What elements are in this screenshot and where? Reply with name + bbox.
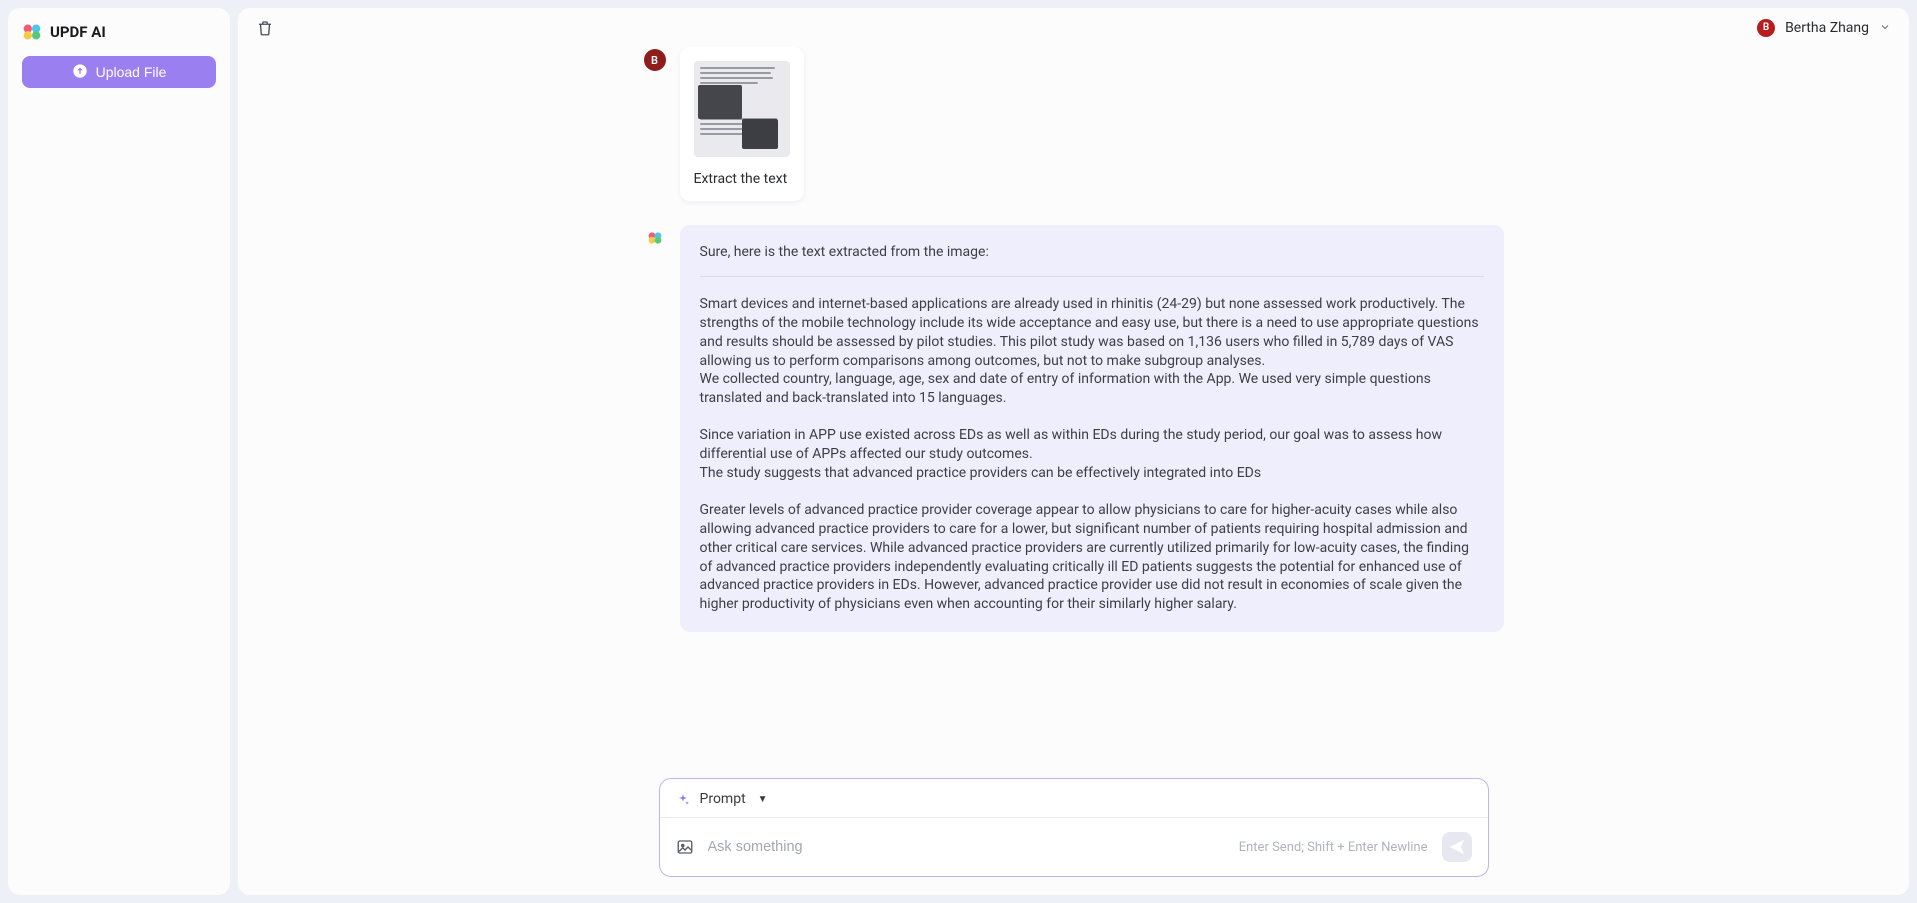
- upload-file-button[interactable]: Upload File: [22, 56, 216, 88]
- send-button[interactable]: [1442, 832, 1472, 862]
- upload-icon: [72, 63, 88, 82]
- main-panel: B Bertha Zhang B Extract the: [238, 8, 1909, 895]
- input-zone: Prompt ▼ Enter Send; Shift + Enter Newli…: [238, 766, 1909, 895]
- ai-message-bubble: Sure, here is the text extracted from th…: [680, 225, 1504, 632]
- app-logo-icon: [22, 22, 42, 42]
- input-hint: Enter Send; Shift + Enter Newline: [1239, 840, 1428, 855]
- prompt-selector[interactable]: Prompt ▼: [660, 779, 1488, 818]
- ai-paragraph-2: Since variation in APP use existed acros…: [700, 426, 1484, 483]
- attach-image-icon[interactable]: [676, 838, 694, 856]
- attached-image-thumbnail[interactable]: [694, 61, 790, 157]
- ai-message-row: Sure, here is the text extracted from th…: [644, 225, 1504, 632]
- user-message-text: Extract the text: [694, 171, 790, 187]
- caret-down-icon: ▼: [758, 794, 768, 805]
- ai-paragraph-3: Greater levels of advanced practice prov…: [700, 501, 1484, 614]
- user-avatar-badge: B: [1757, 19, 1775, 37]
- sidebar-header: UPDF AI: [22, 22, 216, 42]
- sparkle-icon: [676, 792, 690, 806]
- topbar: B Bertha Zhang: [238, 8, 1909, 47]
- app-title: UPDF AI: [50, 23, 106, 41]
- input-box: Prompt ▼ Enter Send; Shift + Enter Newli…: [659, 778, 1489, 877]
- user-message-row: B Extract the text: [644, 47, 1504, 201]
- user-menu[interactable]: B Bertha Zhang: [1757, 18, 1891, 37]
- ask-input[interactable]: [708, 839, 1225, 855]
- user-message-card: Extract the text: [680, 47, 804, 201]
- user-name: Bertha Zhang: [1785, 20, 1869, 36]
- ai-paragraph-1: Smart devices and internet-based applica…: [700, 295, 1484, 408]
- upload-label: Upload File: [96, 64, 167, 80]
- ai-avatar-icon: [644, 227, 666, 249]
- delete-icon[interactable]: [256, 19, 274, 37]
- input-row: Enter Send; Shift + Enter Newline: [660, 818, 1488, 876]
- prompt-label: Prompt: [700, 791, 746, 807]
- ai-intro-text: Sure, here is the text extracted from th…: [700, 243, 1484, 262]
- chat-area: B Extract the text: [238, 47, 1909, 766]
- divider: [700, 276, 1484, 277]
- chevron-down-icon: [1879, 18, 1891, 37]
- sidebar: UPDF AI Upload File: [8, 8, 230, 895]
- user-avatar: B: [644, 49, 666, 71]
